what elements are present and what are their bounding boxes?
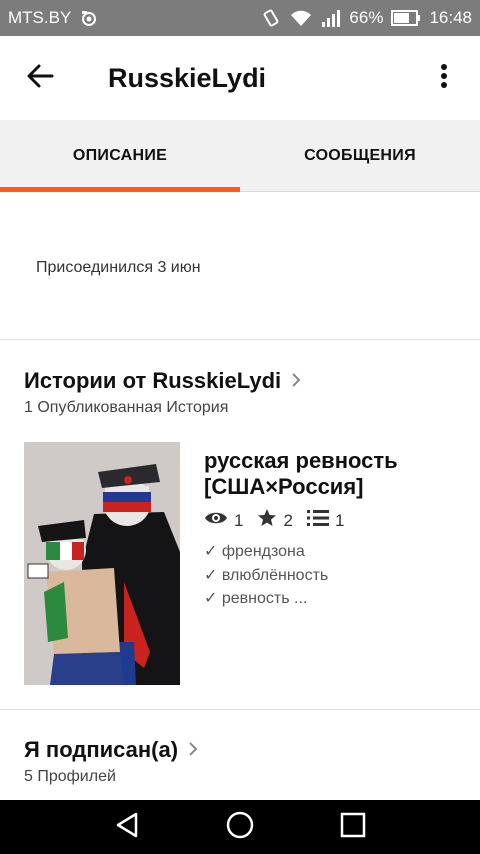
following-section-title: Я подписан(а) (24, 737, 179, 762)
views-stat: 1 (204, 510, 243, 531)
nav-recents-button[interactable] (323, 800, 383, 854)
more-options-button[interactable] (408, 36, 480, 120)
tab-messages[interactable]: СООБЩЕНИЯ (240, 120, 480, 191)
stories-count: 1 Опубликованная История (24, 399, 229, 416)
story-tags: френдзона влюблённость ревность ... (204, 540, 328, 611)
system-nav-bar (0, 800, 480, 854)
app-bar: RusskieLydi (0, 36, 480, 120)
votes-stat: 2 (257, 508, 293, 533)
page-title: RusskieLydi (108, 62, 267, 93)
battery-percent: 66% (349, 8, 384, 27)
joined-date: Присоединился 3 июн (36, 259, 201, 276)
clock: 16:48 (429, 8, 472, 27)
votes-count: 2 (283, 510, 293, 530)
views-count: 1 (234, 510, 244, 530)
eye-icon (204, 510, 228, 531)
stories-section-header[interactable]: Истории от RusskieLydi (24, 368, 301, 394)
following-section-header[interactable]: Я подписан(а) (24, 737, 198, 763)
story-stats: 1 2 1 (204, 508, 358, 533)
parts-stat: 1 (306, 509, 345, 532)
parts-count: 1 (334, 510, 345, 530)
circle-home-icon (226, 811, 254, 844)
chevron-right-icon (188, 737, 198, 763)
story-tag[interactable]: ревность ... (204, 587, 328, 611)
star-icon (257, 508, 277, 533)
wifi-icon (289, 9, 313, 27)
story-title[interactable]: русская ревность [США×Россия] (204, 448, 464, 500)
triangle-back-icon (114, 811, 140, 844)
following-count: 5 Профилей (24, 768, 116, 785)
signal-icon (321, 8, 341, 28)
arrow-left-icon (26, 64, 54, 93)
tab-bar: ОПИСАНИЕ СООБЩЕНИЯ (0, 120, 480, 192)
back-button[interactable] (0, 36, 80, 120)
chevron-right-icon (291, 368, 301, 394)
list-icon (306, 509, 329, 532)
story-cover-image[interactable] (24, 442, 180, 685)
battery-icon (391, 9, 421, 27)
story-tag[interactable]: влюблённость (204, 564, 328, 588)
carrier-label: MTS.BY (8, 8, 72, 27)
square-recents-icon (340, 812, 366, 843)
camera-icon (79, 9, 99, 27)
nav-home-button[interactable] (210, 800, 270, 854)
stories-section-title: Истории от RusskieLydi (24, 368, 282, 393)
more-vertical-icon (440, 63, 448, 94)
tab-description[interactable]: ОПИСАНИЕ (0, 120, 240, 192)
nav-back-button[interactable] (97, 800, 157, 854)
story-tag[interactable]: френдзона (204, 540, 328, 564)
divider (0, 709, 480, 710)
vibrate-icon (261, 8, 281, 28)
divider (0, 339, 480, 340)
status-bar: MTS.BY 66% 16:48 (0, 0, 480, 36)
